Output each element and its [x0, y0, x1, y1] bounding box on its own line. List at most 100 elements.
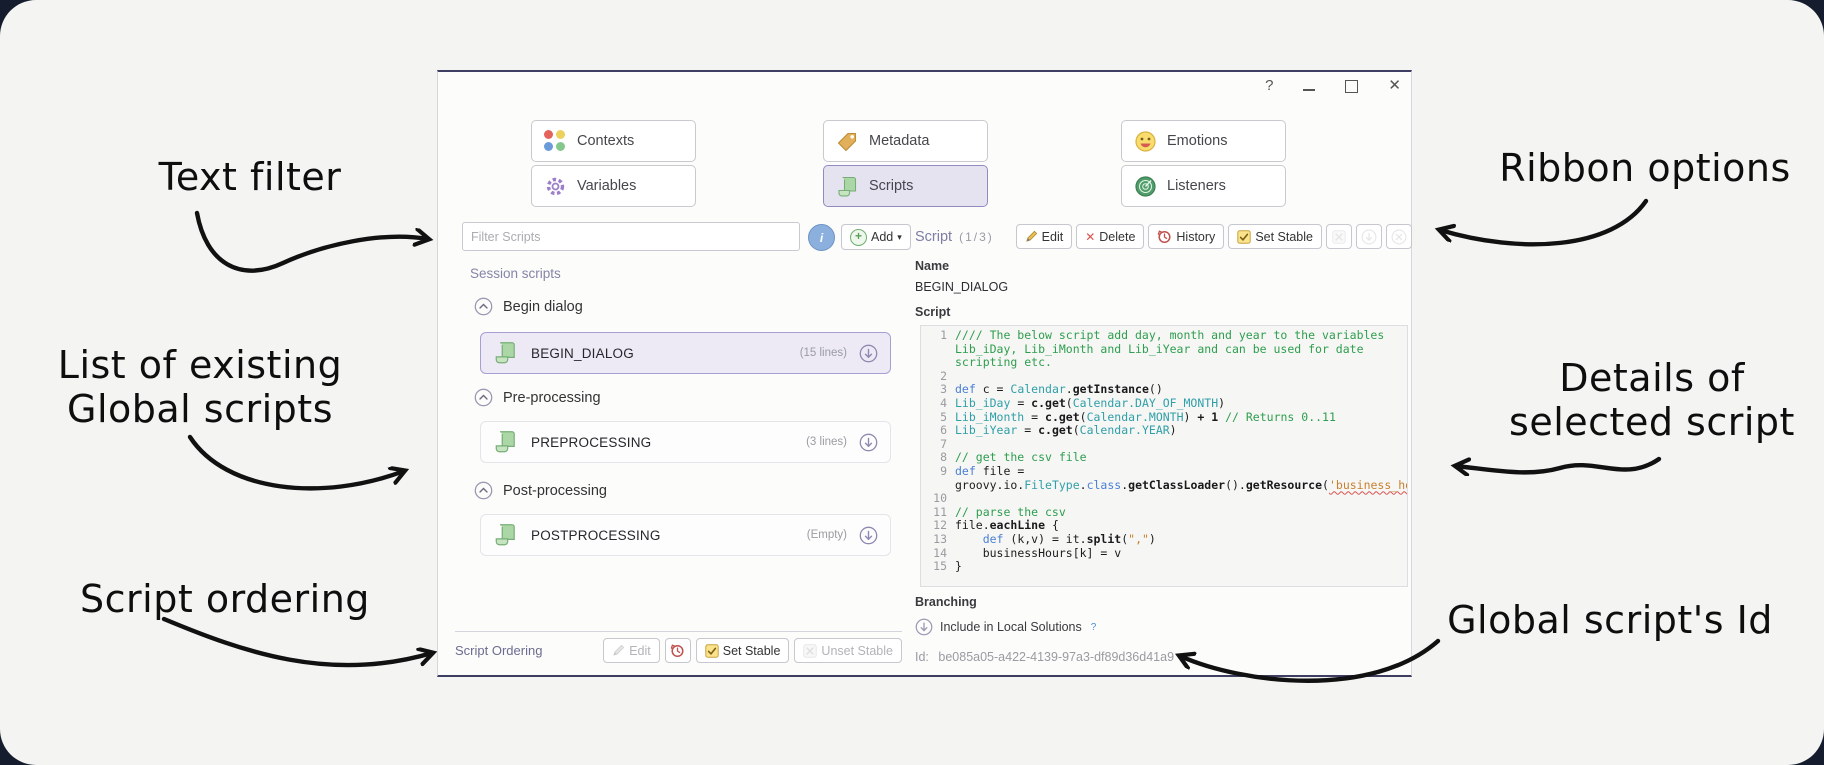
ribbon-label: Contexts [577, 133, 635, 149]
id-label: Id: [915, 650, 929, 664]
ordering-unset-stable-button[interactable]: Unset Stable [794, 638, 902, 663]
minimize-icon[interactable] [1303, 89, 1316, 91]
smiley-icon [1134, 130, 1157, 153]
list-item-begin-dialog[interactable]: BEGIN_DIALOG (15 lines) [480, 332, 891, 374]
code-line: 15} [933, 559, 962, 574]
arrow-down-circle-icon [915, 618, 933, 636]
code-line: 10 [933, 491, 947, 506]
detail-panel-header: Script (1/3) Edit ✕ Delete History Set S… [915, 224, 1412, 249]
help-icon[interactable]: ? [1265, 76, 1273, 96]
history-button[interactable]: History [1148, 224, 1225, 249]
ordering-edit-button[interactable]: Edit [603, 638, 660, 663]
add-button[interactable]: + Add ▾ [841, 224, 911, 250]
divider [455, 631, 902, 632]
window-titlebar: ? ✕ [1265, 76, 1401, 96]
code-line: 14 businessHours[k] = v [933, 545, 1122, 560]
info-icon[interactable]: i [808, 224, 835, 251]
checkbox-x-icon [803, 643, 818, 658]
annotation-ribbon-options: Ribbon options [1499, 146, 1791, 190]
pencil-icon [1025, 230, 1037, 242]
annotation-global-id: Global script's Id [1447, 598, 1773, 642]
tag-icon [836, 130, 859, 153]
include-local-solutions-row[interactable]: Include in Local Solutions ? [915, 618, 1096, 636]
name-value: BEGIN_DIALOG [915, 280, 1009, 294]
code-line: 8// get the csv file [940, 450, 1087, 465]
delete-x-icon: ✕ [1085, 229, 1096, 244]
arrow-script-ordering [161, 616, 432, 668]
set-stable-button[interactable]: Set Stable [1228, 224, 1322, 249]
annotation-line: selected script [1509, 400, 1795, 444]
delete-button[interactable]: ✕ Delete [1076, 224, 1145, 249]
ribbon-button-metadata[interactable]: Metadata [823, 120, 988, 162]
script-ordering-label: Script Ordering [455, 643, 543, 658]
annotation-text-filter: Text filter [158, 155, 342, 199]
edit-label: Edit [1041, 229, 1064, 244]
arrow-down-circle-icon[interactable] [859, 433, 878, 452]
code-line: 12 file.eachLine { [933, 518, 1059, 533]
ribbon-button-scripts[interactable]: Scripts [823, 165, 988, 207]
arrow-text-filter [194, 210, 428, 273]
scroll-icon [493, 429, 519, 455]
scroll-icon [493, 522, 519, 548]
ribbon-button-listeners[interactable]: Listeners [1121, 165, 1286, 207]
branching-label: Branching [915, 595, 977, 609]
cancel-circle-icon-button[interactable] [1386, 224, 1412, 249]
ribbon-button-emotions[interactable]: Emotions [1121, 120, 1286, 162]
list-item-postprocessing[interactable]: POSTPROCESSING (Empty) [480, 514, 891, 556]
group-begin-dialog[interactable]: Begin dialog [474, 297, 583, 316]
ordering-history-button[interactable] [664, 638, 691, 663]
move-down-icon-button[interactable] [1356, 224, 1382, 249]
arrow-down-circle-icon[interactable] [859, 344, 878, 363]
code-line: 13 def (k,v) = it.split(",") [933, 531, 1156, 546]
edit-button[interactable]: Edit [1015, 224, 1073, 249]
arrow-down-circle-icon[interactable] [859, 526, 878, 545]
session-scripts-label: Session scripts [470, 266, 561, 281]
ribbon-button-variables[interactable]: Variables [531, 165, 696, 207]
code-line: 7 [940, 436, 947, 451]
history-clock-icon [1158, 230, 1171, 244]
annotation-script-ordering: Script ordering [80, 577, 370, 621]
ordering-set-stable-button[interactable]: Set Stable [695, 638, 790, 663]
annotation-details: Details of selected script [1492, 356, 1812, 444]
script-lines-badge: (3 lines) [806, 436, 847, 448]
detail-counter: (1/3) [959, 229, 994, 244]
annotation-line: Details of [1559, 356, 1745, 400]
code-line: 1//// The below script add day, month an… [940, 328, 1392, 370]
code-line: 9 def file = groovy.io.FileType.class.get… [940, 463, 1407, 492]
script-name: PREPROCESSING [531, 434, 652, 450]
script-lines-badge: (Empty) [806, 529, 847, 541]
arrow-list-scripts [187, 434, 404, 491]
checkbox-check-icon [705, 643, 719, 658]
group-title: Pre-processing [503, 389, 601, 406]
arrow-down-circle-icon [1361, 229, 1377, 244]
ribbon-button-contexts[interactable]: Contexts [531, 120, 696, 162]
script-id-row: Id: be085a05-a422-4139-97a3-df89d36d41a9 [915, 650, 1174, 664]
ribbon-label: Emotions [1167, 133, 1228, 149]
x-circle-icon [1391, 229, 1407, 244]
name-label: Name [915, 259, 950, 273]
arrow-details [1456, 456, 1662, 472]
code-lines: 1//// The below script add day, month an… [925, 328, 1407, 574]
scroll-icon [493, 340, 519, 366]
list-item-preprocessing[interactable]: PREPROCESSING (3 lines) [480, 421, 891, 463]
group-post-processing[interactable]: Post-processing [474, 481, 607, 500]
close-icon[interactable]: ✕ [1388, 76, 1401, 96]
history-clock-icon [670, 644, 684, 658]
script-ordering-bar: Script Ordering Edit Set Stable Unset St… [455, 638, 902, 663]
script-lines-badge: (15 lines) [799, 347, 847, 359]
code-line: 6 Lib_iYear = c.get(Calendar.YEAR) [940, 423, 1177, 438]
script-name: BEGIN_DIALOG [531, 345, 634, 361]
group-pre-processing[interactable]: Pre-processing [474, 388, 601, 407]
unset-stable-icon-button[interactable] [1326, 224, 1352, 249]
script-code-editor[interactable]: 1//// The below script add day, month an… [920, 325, 1408, 587]
help-question-icon[interactable]: ? [1091, 622, 1097, 633]
group-title: Begin dialog [503, 298, 583, 315]
history-label: History [1176, 229, 1216, 244]
filter-scripts-input[interactable] [462, 222, 800, 251]
ribbon-label: Listeners [1167, 178, 1226, 194]
annotation-line: List of existing [57, 343, 343, 387]
maximize-icon[interactable] [1345, 79, 1359, 93]
caret-down-icon: ▾ [897, 231, 902, 242]
detail-title: Script [915, 228, 953, 245]
unset-stable-label: Unset Stable [821, 643, 893, 658]
